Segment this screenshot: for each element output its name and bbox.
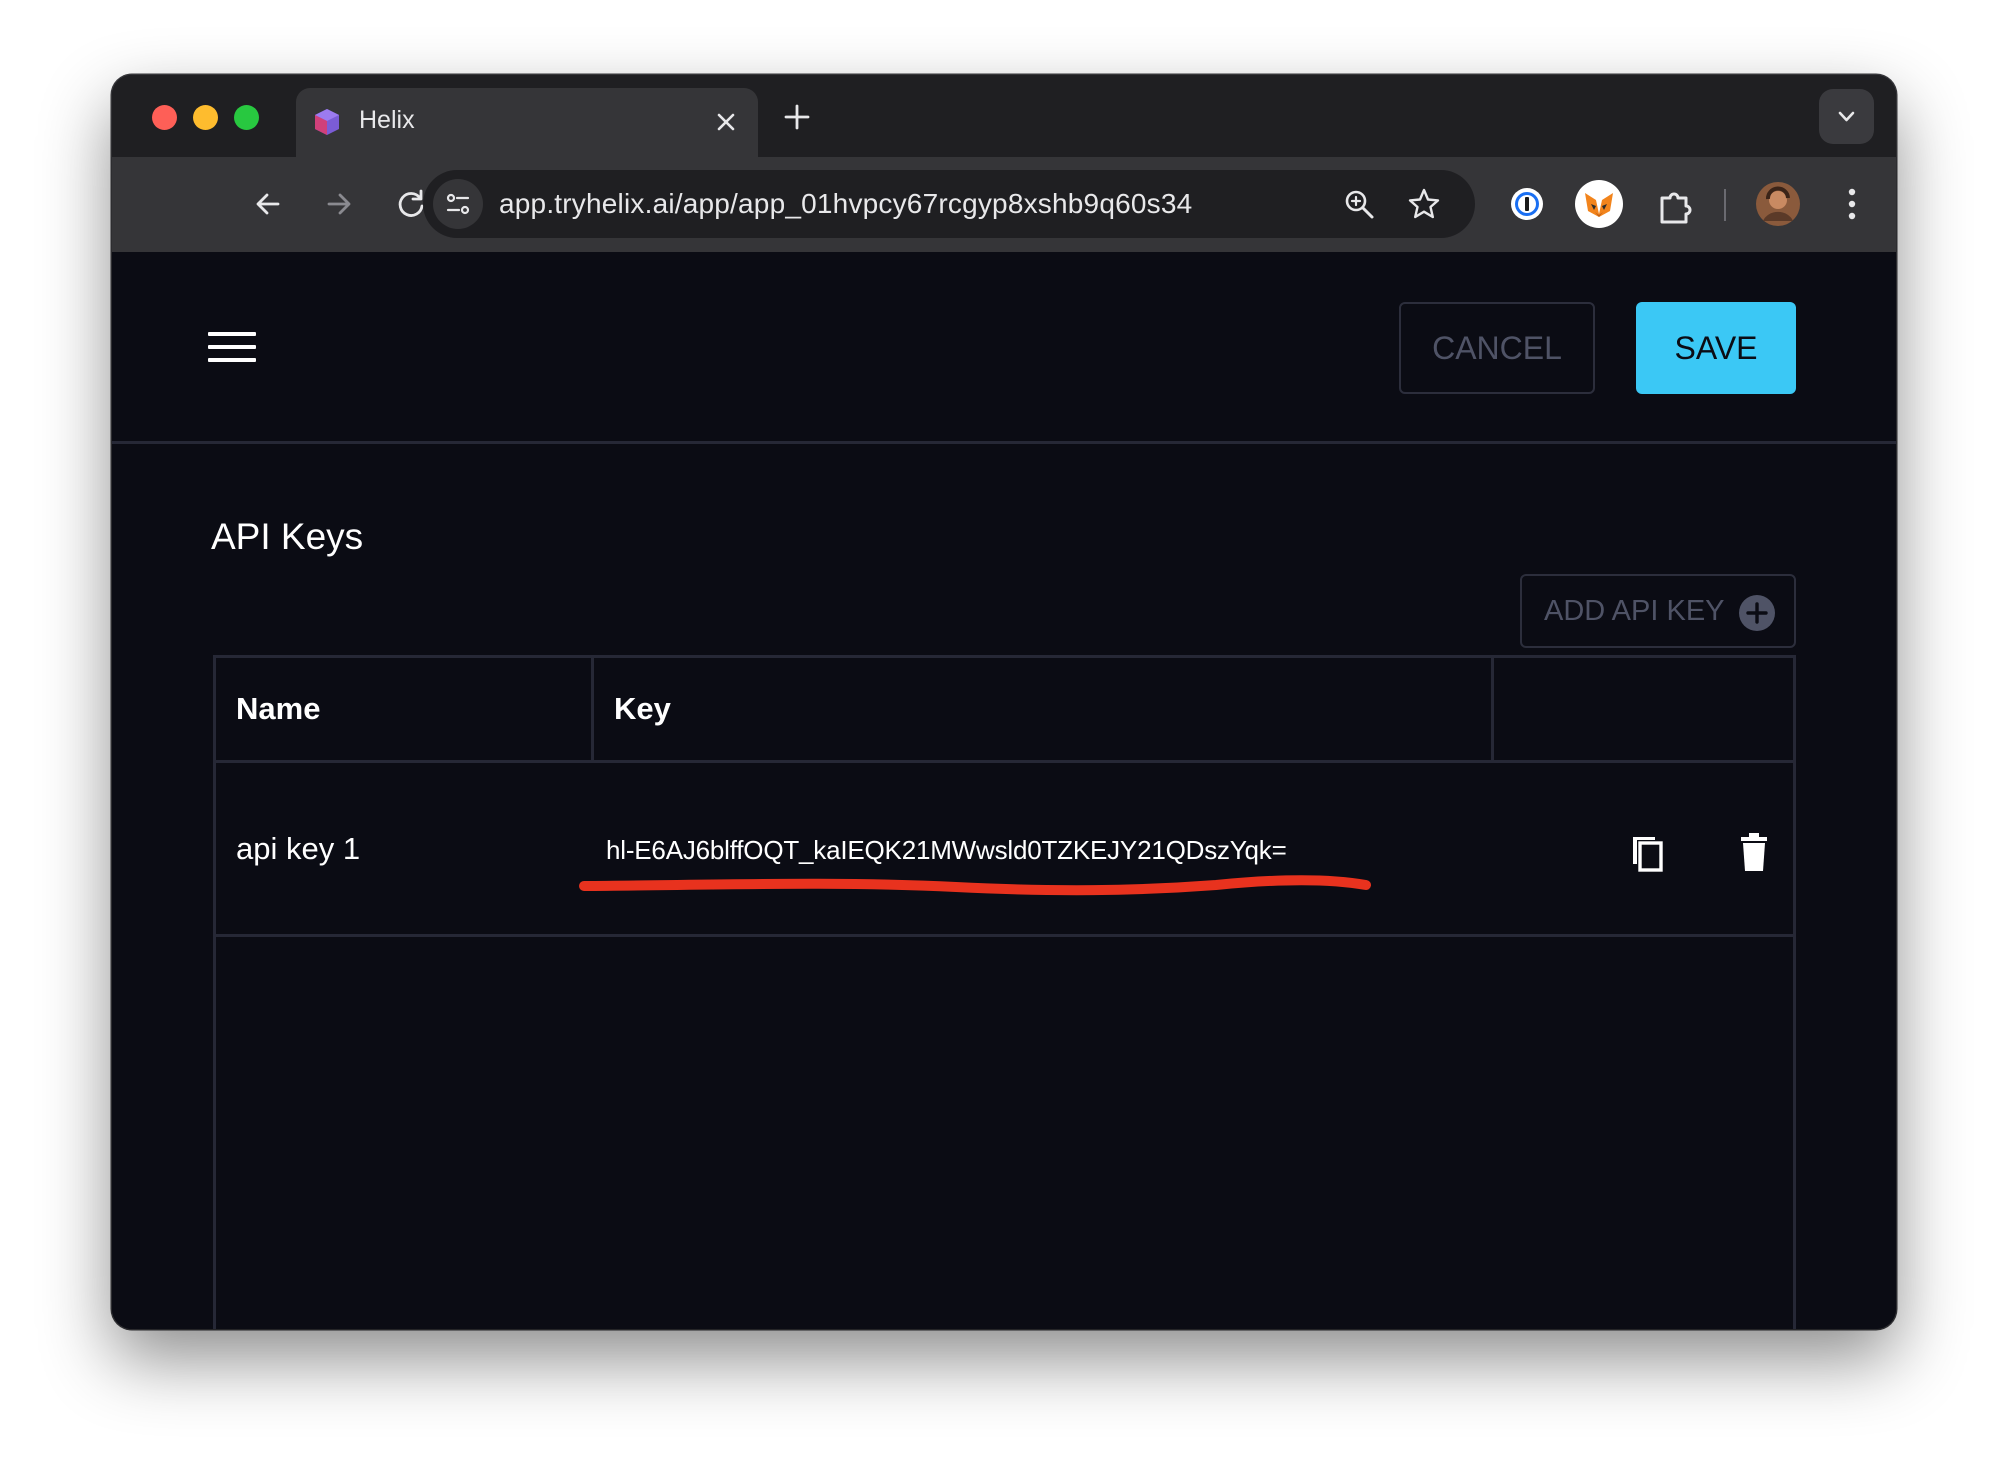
add-api-key-button[interactable]: ADD API KEY	[1520, 574, 1796, 648]
close-window-button[interactable]	[152, 105, 177, 130]
hamburger-line	[208, 332, 256, 336]
api-keys-table: Name Key api key 1 hl-E6AJ6blffOQT_kaIEQ…	[213, 655, 1796, 1329]
column-header-actions	[1494, 658, 1796, 760]
site-settings-button[interactable]	[433, 179, 483, 229]
kebab-menu-icon[interactable]	[1827, 179, 1877, 229]
cancel-button[interactable]: CANCEL	[1399, 302, 1595, 394]
url-text[interactable]: app.tryhelix.ai/app/app_01hvpcy67rcgyp8x…	[499, 188, 1192, 220]
star-icon[interactable]	[1407, 187, 1441, 221]
toolbar-separator	[1724, 189, 1726, 221]
maximize-window-button[interactable]	[234, 105, 259, 130]
table-header: Name Key	[216, 658, 1793, 763]
section-title: API Keys	[211, 516, 364, 557]
forward-arrow-icon[interactable]	[321, 186, 357, 222]
minimize-window-button[interactable]	[193, 105, 218, 130]
add-api-key-label: ADD API KEY	[1544, 594, 1725, 627]
close-tab-icon[interactable]	[712, 108, 740, 136]
tab-strip: Helix	[112, 75, 1896, 157]
save-button[interactable]: SAVE	[1636, 302, 1796, 394]
browser-toolbar: app.tryhelix.ai/app/app_01hvpcy67rcgyp8x…	[112, 157, 1896, 252]
add-circle-icon	[1739, 595, 1775, 631]
chevron-down-icon	[1838, 111, 1855, 122]
app-header: CANCEL SAVE	[112, 252, 1896, 444]
table-row: api key 1 hl-E6AJ6blffOQT_kaIEQK21MWwsld…	[216, 763, 1793, 937]
trash-icon[interactable]	[1734, 831, 1774, 875]
browser-window: Helix app.tryhelix.ai/app/app_01hvpcy67r…	[112, 75, 1896, 1329]
hamburger-line	[208, 345, 256, 349]
app-content: CANCEL SAVE API Keys ADD API KEY Name Ke…	[112, 252, 1896, 1329]
new-tab-icon[interactable]	[782, 102, 812, 132]
hamburger-line	[208, 358, 256, 362]
column-header-name: Name	[216, 658, 594, 760]
copy-icon[interactable]	[1629, 831, 1669, 875]
tab-helix[interactable]: Helix	[296, 88, 758, 157]
back-arrow-icon[interactable]	[250, 186, 286, 222]
api-key-value: hl-E6AJ6blffOQT_kaIEQK21MWwsld0TZKEJY21Q…	[606, 835, 1287, 865]
site-settings-icon	[446, 193, 470, 215]
red-underline-annotation	[579, 875, 1371, 896]
zoom-icon[interactable]	[1342, 187, 1376, 221]
onepassword-icon[interactable]	[1502, 179, 1552, 229]
address-bar[interactable]: app.tryhelix.ai/app/app_01hvpcy67rcgyp8x…	[423, 170, 1475, 238]
profile-avatar[interactable]	[1753, 179, 1803, 229]
tab-title: Helix	[359, 106, 415, 134]
extensions-icon[interactable]	[1652, 181, 1702, 231]
tab-search-button[interactable]	[1819, 89, 1874, 144]
metamask-icon[interactable]	[1574, 179, 1624, 229]
column-header-key: Key	[594, 658, 1494, 760]
hamburger-menu-icon[interactable]	[208, 332, 256, 372]
helix-favicon-icon	[315, 109, 339, 135]
api-key-name: api key 1	[236, 831, 361, 866]
